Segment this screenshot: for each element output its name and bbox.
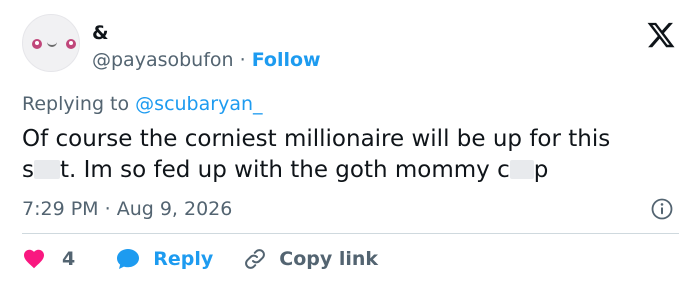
handle-separator: · <box>239 49 246 71</box>
avatar[interactable] <box>22 14 80 72</box>
action-bar: 4 Reply Copy link <box>22 245 378 273</box>
speech-bubble-icon <box>117 249 140 269</box>
censor-blur <box>33 160 60 179</box>
censor-blur <box>509 160 534 179</box>
author-handle-line: @payasobufon · Follow <box>92 49 321 71</box>
reply-context: Replying to @scubaryan_ <box>22 93 263 115</box>
tweet-text-line-1: Of course the corniest millionaire will … <box>22 126 611 152</box>
tweet-text: Of course the corniest millionaire will … <box>22 124 692 186</box>
tweet-text-segment: s <box>22 157 34 183</box>
divider <box>22 233 679 234</box>
avatar-mouth <box>47 42 57 47</box>
copy-link-label: Copy link <box>279 248 379 270</box>
tweet-text-line-2: s t. Im so fed up with the goth mommy c p <box>22 155 692 186</box>
avatar-right-eye <box>66 39 76 49</box>
like-count: 4 <box>62 248 76 270</box>
tweet-text-segment: t. Im so fed up with the goth mommy c <box>59 157 510 183</box>
info-icon[interactable] <box>650 197 674 221</box>
like-button[interactable]: 4 <box>22 247 75 271</box>
tweet-time: 7:29 PM <box>22 198 99 220</box>
tweet-timestamp[interactable]: 7:29 PM · Aug 9, 2026 <box>22 198 232 220</box>
tweet-text-segment: p <box>533 157 549 183</box>
link-icon <box>245 249 266 269</box>
reply-label: Reply <box>153 248 214 270</box>
reply-button[interactable]: Reply <box>115 247 213 271</box>
copy-link-button[interactable]: Copy link <box>243 247 378 271</box>
heart-icon <box>24 249 44 269</box>
author-name[interactable]: & <box>92 22 109 44</box>
avatar-left-eye <box>32 39 42 49</box>
reply-mention-link[interactable]: @scubaryan_ <box>135 93 262 115</box>
reply-context-prefix: Replying to <box>22 93 130 115</box>
x-logo-icon[interactable] <box>646 20 676 50</box>
follow-button[interactable]: Follow <box>252 49 321 71</box>
tweet-date: Aug 9, 2026 <box>116 198 233 220</box>
timestamp-separator: · <box>104 198 111 220</box>
author-handle[interactable]: @payasobufon <box>92 49 234 71</box>
